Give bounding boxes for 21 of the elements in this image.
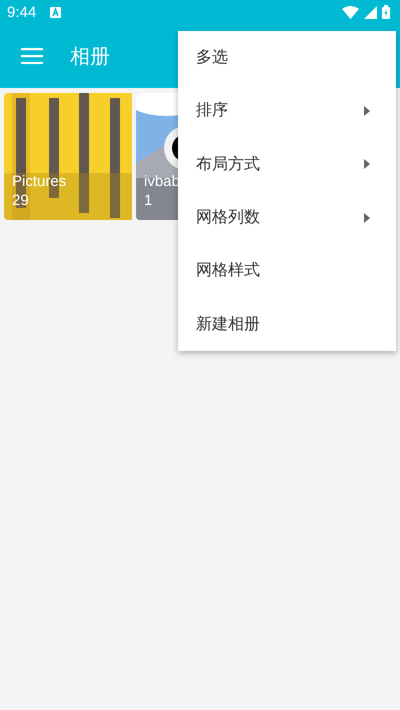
menu-item[interactable]: 多选 (178, 31, 396, 84)
submenu-arrow-icon (364, 159, 370, 170)
notification-icon (50, 6, 62, 18)
album-name: ivbab (144, 172, 180, 191)
menu-item[interactable]: 排序 (178, 84, 396, 138)
album-card[interactable]: Pictures 29 (4, 93, 132, 220)
submenu-arrow-icon (364, 212, 370, 223)
album-card[interactable]: ivbab 1 (136, 93, 180, 220)
album-name: Pictures (12, 172, 66, 191)
album-count: 1 (144, 191, 154, 210)
app-title: 相册 (70, 42, 110, 70)
submenu-arrow-icon (364, 106, 370, 116)
wifi-icon (342, 6, 359, 18)
menu-item[interactable]: 网格样式 (178, 244, 396, 298)
menu-item[interactable]: 新建相册 (178, 297, 396, 351)
album-count: 29 (12, 191, 30, 210)
menu-item[interactable]: 布局方式 (178, 138, 396, 191)
battery-icon (382, 5, 390, 19)
status-time: 9:44 (7, 4, 36, 20)
menu-item[interactable]: 网格列数 (178, 190, 396, 244)
signal-icon (364, 6, 377, 18)
